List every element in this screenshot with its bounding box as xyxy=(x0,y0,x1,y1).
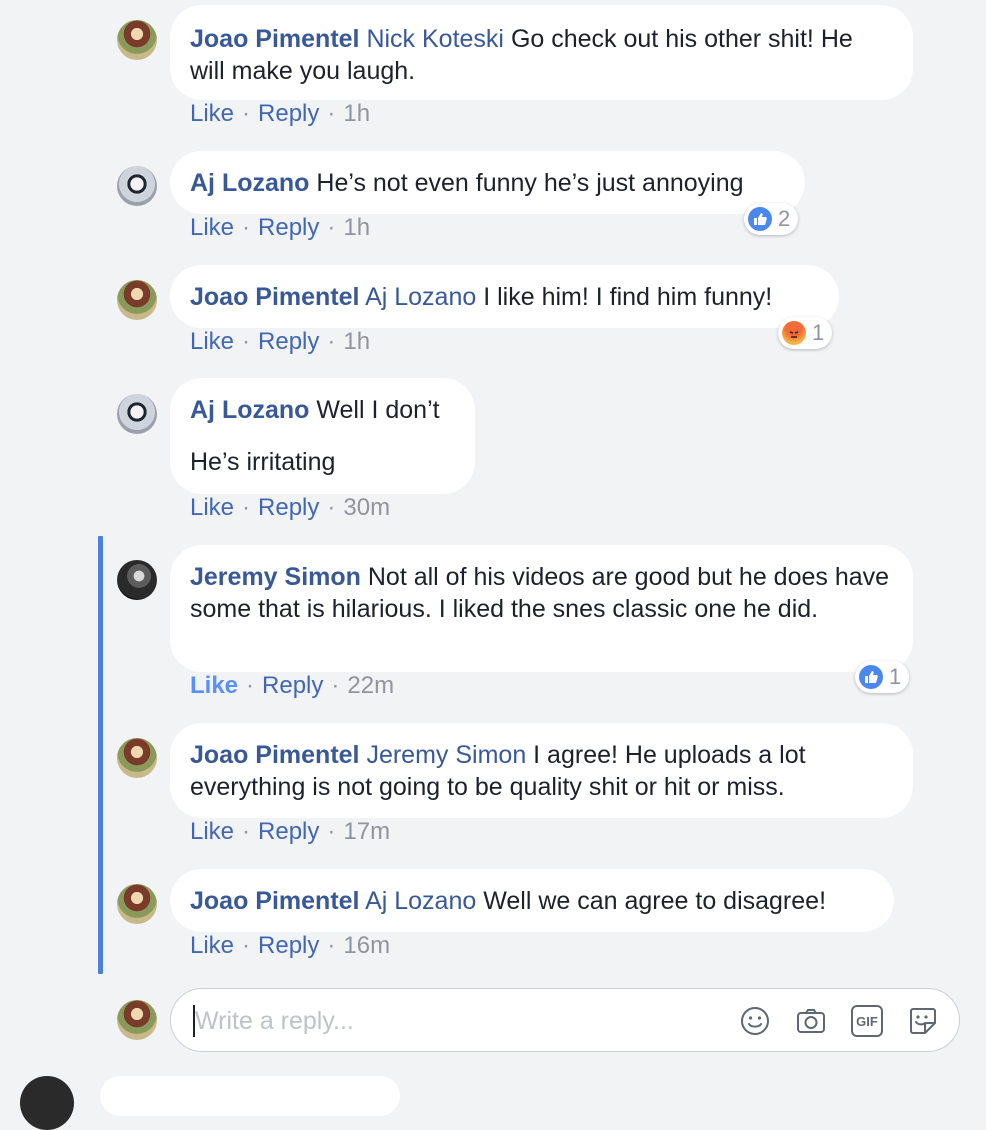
comment-text-line2: He’s irritating xyxy=(190,448,336,476)
reply-button[interactable]: Reply xyxy=(262,672,323,699)
comment-actions: Like · Reply · 1h xyxy=(190,100,370,128)
comment-author[interactable]: Joao Pimentel xyxy=(190,741,360,769)
separator: · xyxy=(327,214,336,241)
separator: · xyxy=(242,494,251,521)
separator: · xyxy=(246,672,255,699)
comment-author[interactable]: Joao Pimentel xyxy=(190,887,360,915)
separator: · xyxy=(327,328,336,355)
thread-indent-line xyxy=(98,536,103,974)
avatar[interactable] xyxy=(117,166,157,206)
emoji-icon[interactable] xyxy=(739,1005,771,1037)
comment-mention[interactable]: Aj Lozano xyxy=(365,283,476,311)
comment-bubble: Joao Pimentel Jeremy Simon I agree! He u… xyxy=(170,723,913,818)
comment-text: I like him! I find him funny! xyxy=(476,283,773,311)
comment-actions: Like · Reply · 1h xyxy=(190,214,370,242)
like-button[interactable]: Like xyxy=(190,494,234,521)
comment-bubble: Jeremy Simon Not all of his videos are g… xyxy=(170,545,913,672)
current-user-avatar xyxy=(117,1000,157,1040)
comment-author[interactable]: Aj Lozano xyxy=(190,169,309,197)
like-button[interactable]: Like xyxy=(190,214,234,241)
comment-author[interactable]: Joao Pimentel xyxy=(190,25,360,53)
reaction-count[interactable]: 2 xyxy=(744,203,799,235)
separator: · xyxy=(242,100,251,127)
like-button[interactable]: Like xyxy=(190,328,234,355)
reply-button[interactable]: Reply xyxy=(258,818,319,845)
comment-author[interactable]: Jeremy Simon xyxy=(190,563,361,591)
comment-text: He’s not even funny he’s just annoying xyxy=(309,169,744,197)
timestamp[interactable]: 17m xyxy=(343,818,390,845)
avatar[interactable] xyxy=(117,738,157,778)
reply-input[interactable] xyxy=(193,1003,717,1039)
comment-mention[interactable]: Jeremy Simon xyxy=(366,741,526,769)
timestamp[interactable]: 1h xyxy=(343,214,370,241)
separator: · xyxy=(242,932,251,959)
like-button[interactable]: Like xyxy=(190,672,238,699)
comment-bubble: Joao Pimentel Aj Lozano I like him! I fi… xyxy=(170,265,839,328)
separator: · xyxy=(331,672,340,699)
reaction-count-value: 2 xyxy=(778,206,791,231)
comment-actions: Like · Reply · 1h xyxy=(190,328,370,356)
comment-mention[interactable]: Nick Koteski xyxy=(366,25,504,53)
gif-icon[interactable]: GIF xyxy=(851,1005,883,1037)
like-reaction-icon xyxy=(748,207,772,231)
reply-button[interactable]: Reply xyxy=(258,328,319,355)
reaction-count-value: 1 xyxy=(889,664,902,689)
separator: · xyxy=(242,214,251,241)
reply-box[interactable]: GIF xyxy=(170,988,960,1052)
avatar[interactable] xyxy=(117,884,157,924)
sticker-icon[interactable] xyxy=(907,1005,939,1037)
separator: · xyxy=(327,494,336,521)
timestamp[interactable]: 1h xyxy=(343,100,370,127)
separator: · xyxy=(242,328,251,355)
reaction-count[interactable]: 1 xyxy=(778,317,833,349)
timestamp[interactable]: 16m xyxy=(343,932,390,959)
reply-button[interactable]: Reply xyxy=(258,494,319,521)
timestamp[interactable]: 30m xyxy=(343,494,390,521)
comment-actions: Like · Reply · 17m xyxy=(190,818,390,846)
separator: · xyxy=(327,932,336,959)
comment-text: Well we can agree to disagree! xyxy=(476,887,827,915)
separator: · xyxy=(242,818,251,845)
timestamp[interactable]: 1h xyxy=(343,328,370,355)
next-comment-bubble xyxy=(100,1076,400,1116)
comment-bubble: Aj Lozano Well I don’t He’s irritating xyxy=(170,378,475,494)
comment-actions: Like · Reply · 22m xyxy=(190,672,394,700)
avatar[interactable] xyxy=(117,280,157,320)
reaction-count-value: 1 xyxy=(812,320,825,345)
avatar[interactable] xyxy=(117,394,157,434)
comment-mention[interactable]: Aj Lozano xyxy=(365,887,476,915)
reply-button[interactable]: Reply xyxy=(258,214,319,241)
like-reaction-icon xyxy=(859,665,883,689)
comment-bubble: Aj Lozano He’s not even funny he’s just … xyxy=(170,151,805,214)
next-comment-avatar[interactable] xyxy=(20,1076,74,1130)
avatar[interactable] xyxy=(117,20,157,60)
separator: · xyxy=(327,100,336,127)
comment-author[interactable]: Joao Pimentel xyxy=(190,283,360,311)
like-button[interactable]: Like xyxy=(190,932,234,959)
comment-bubble: Joao Pimentel Nick Koteski Go check out … xyxy=(170,5,913,100)
comment-actions: Like · Reply · 16m xyxy=(190,932,390,960)
reply-button[interactable]: Reply xyxy=(258,932,319,959)
reaction-count[interactable]: 1 xyxy=(855,661,910,693)
avatar[interactable] xyxy=(117,560,157,600)
timestamp[interactable]: 22m xyxy=(347,672,394,699)
comment-author[interactable]: Aj Lozano xyxy=(190,396,309,424)
separator: · xyxy=(327,818,336,845)
comment-bubble: Joao Pimentel Aj Lozano Well we can agre… xyxy=(170,869,894,932)
comment-text: Well I don’t xyxy=(309,396,440,424)
like-button[interactable]: Like xyxy=(190,818,234,845)
comment-actions: Like · Reply · 30m xyxy=(190,494,390,522)
reply-button[interactable]: Reply xyxy=(258,100,319,127)
like-button[interactable]: Like xyxy=(190,100,234,127)
gif-label: GIF xyxy=(856,1013,878,1029)
camera-icon[interactable] xyxy=(795,1005,827,1037)
angry-reaction-icon xyxy=(782,321,806,345)
